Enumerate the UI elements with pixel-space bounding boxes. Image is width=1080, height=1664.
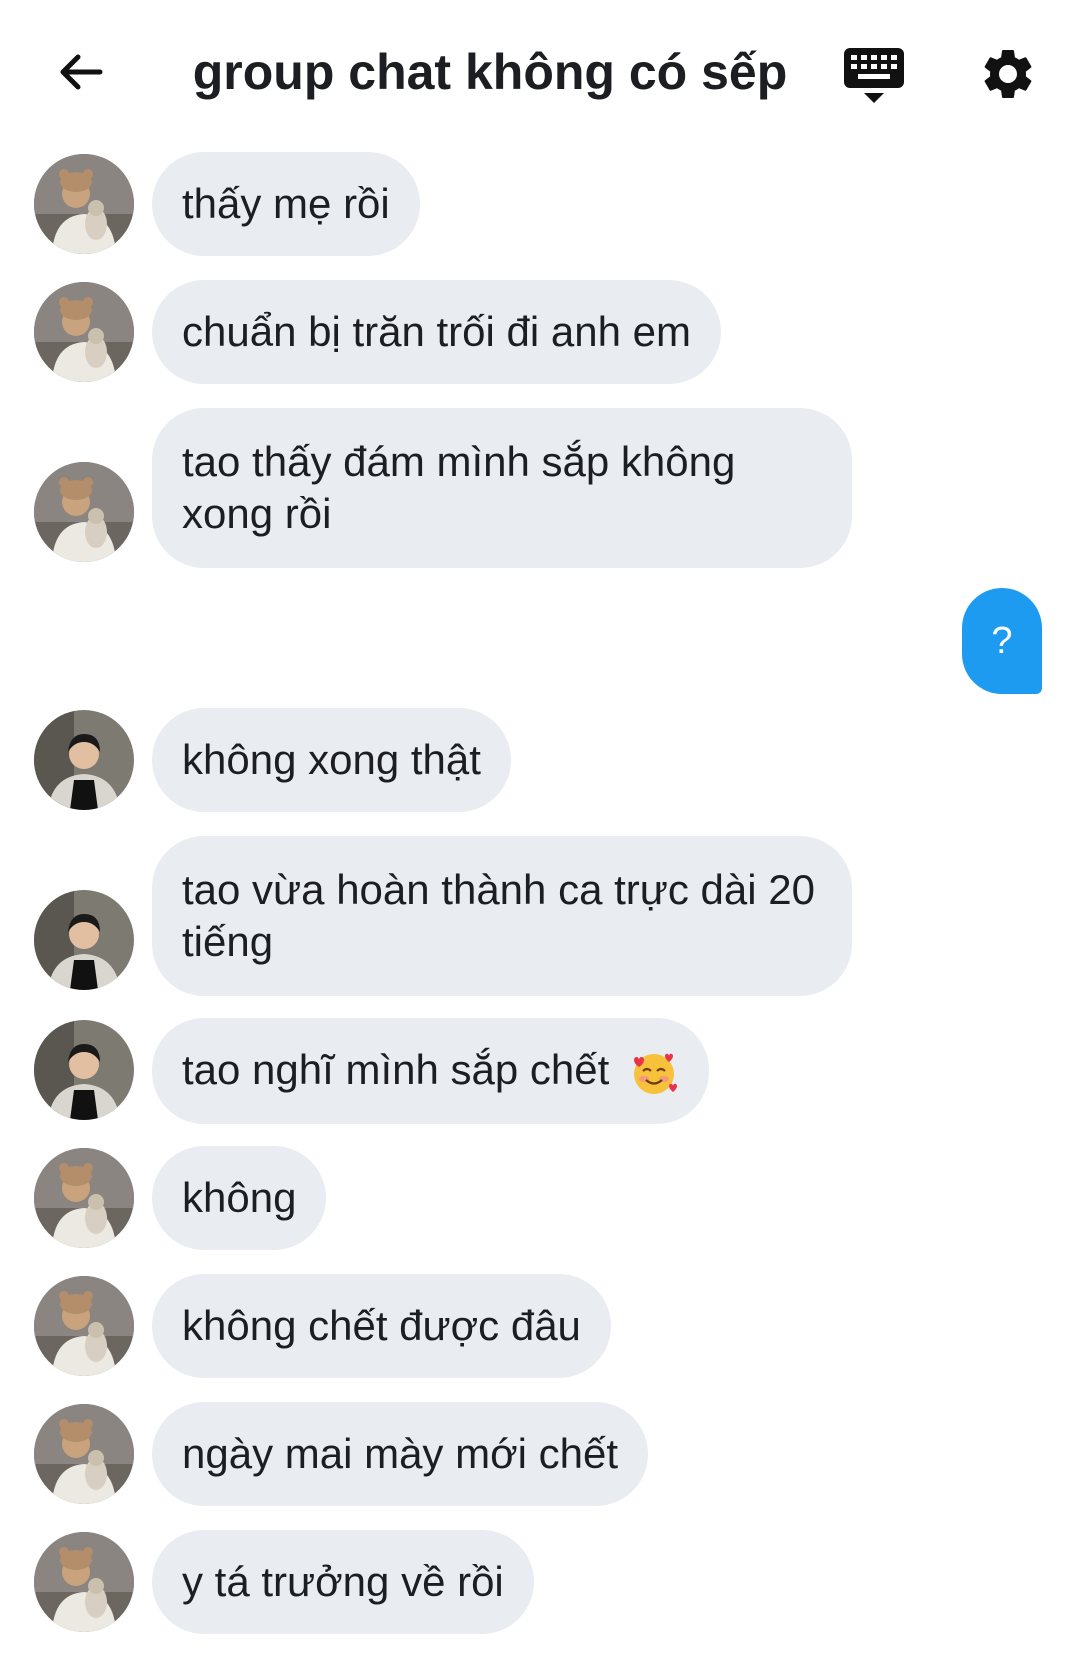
avatar[interactable] <box>34 1276 134 1376</box>
avatar-smiling-man-photo <box>34 1020 134 1120</box>
avatar-smiling-man-photo <box>34 890 134 990</box>
avatar[interactable] <box>34 710 134 810</box>
message-bubble[interactable]: ngày mai mày mới chết <box>152 1402 649 1506</box>
message-bubble[interactable]: chuẩn bị trăn trối đi anh em <box>152 280 721 384</box>
message-bubble[interactable]: tao thấy đám mình sắp không xong rồi <box>152 408 852 568</box>
avatar[interactable] <box>34 1020 134 1120</box>
message-bubble[interactable]: tao nghĩ mình sắp chết <box>152 1018 709 1124</box>
back-button[interactable] <box>52 44 108 100</box>
avatar-bear-hat-photo <box>34 154 134 254</box>
avatar-bear-hat-photo <box>34 1276 134 1376</box>
smiling-face-with-hearts-icon <box>633 1053 677 1094</box>
message-bubble[interactable]: y tá trưởng về rồi <box>152 1530 534 1634</box>
message-text: tao nghĩ mình sắp chết <box>182 1046 610 1093</box>
avatar[interactable] <box>34 154 134 254</box>
avatar[interactable] <box>34 1532 134 1632</box>
avatar-bear-hat-photo <box>34 1532 134 1632</box>
avatar[interactable] <box>34 462 134 562</box>
avatar-bear-hat-photo <box>34 282 134 382</box>
message-bubble[interactable]: không <box>152 1146 327 1250</box>
outgoing-message-bubble[interactable]: ? <box>962 588 1042 694</box>
avatar[interactable] <box>34 1404 134 1504</box>
avatar[interactable] <box>34 1148 134 1248</box>
message-bubble[interactable]: không xong thật <box>152 708 511 812</box>
chat-header: group chat không có sếp <box>0 0 1080 150</box>
chat-title: group chat không có sếp <box>192 44 788 100</box>
message-bubble[interactable]: thấy mẹ rồi <box>152 152 420 256</box>
keyboard-button[interactable] <box>842 46 906 106</box>
gear-icon <box>984 49 1032 98</box>
arrow-left-icon <box>60 54 103 90</box>
avatar-smiling-man-photo <box>34 710 134 810</box>
avatar-bear-hat-photo <box>34 462 134 562</box>
message-bubble[interactable]: tao vừa hoàn thành ca trực dài 20 tiếng <box>152 836 852 996</box>
settings-button[interactable] <box>978 44 1038 104</box>
avatar[interactable] <box>34 282 134 382</box>
message-bubble[interactable]: không chết được đâu <box>152 1274 611 1378</box>
avatar[interactable] <box>34 890 134 990</box>
keyboard-icon <box>844 48 904 103</box>
avatar-bear-hat-photo <box>34 1404 134 1504</box>
avatar-bear-hat-photo <box>34 1148 134 1248</box>
